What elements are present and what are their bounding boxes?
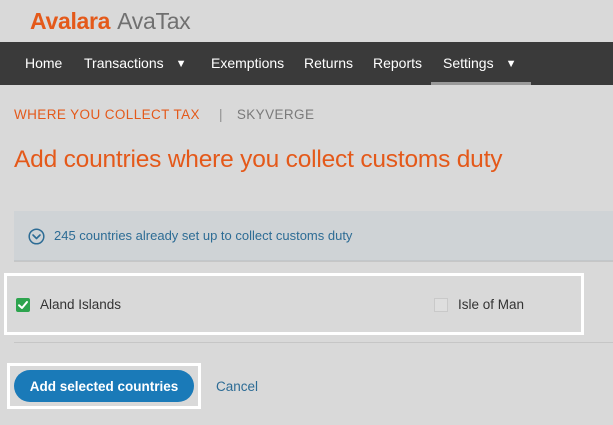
nav-item-reports[interactable]: Reports [373,42,422,85]
nav-item-returns-label: Returns [304,55,354,71]
chevron-down-circle-icon[interactable] [28,228,45,245]
country-label: Isle of Man [458,297,525,312]
cancel-link[interactable]: Cancel [216,379,258,394]
breadcrumb: WHERE YOU COLLECT TAX | SKYVERGE [14,107,314,122]
page-title: Add countries where you collect customs … [14,146,503,173]
avalara-logo[interactable]: Avalara AvaTax [30,8,191,34]
configured-countries-accordion[interactable]: 245 countries already set up to collect … [14,211,613,261]
nav-item-returns[interactable]: Returns [304,42,353,85]
app-root: Avalara AvaTax Home Transactions ▼ Exempt… [0,0,613,425]
main-nav: Home Transactions ▼ Exemptions Returns Re… [0,42,613,85]
divider [14,342,613,343]
checkbox-checked[interactable] [16,297,30,312]
breadcrumb-current: WHERE YOU COLLECT TAX [14,107,200,122]
nav-item-exemptions[interactable]: Exemptions [211,42,284,85]
nav-item-home-label: Home [25,55,63,71]
caret-down-icon: ▼ [175,58,187,70]
header: Avalara AvaTax [0,0,613,42]
country-option-isle-of-man[interactable]: Isle of Man [434,297,524,312]
nav-item-home[interactable]: Home [25,42,62,85]
nav-item-settings[interactable]: Settings ▼ [443,42,516,85]
add-selected-countries-button[interactable]: Add selected countries [14,370,194,402]
divider [14,261,613,262]
caret-down-icon: ▼ [505,58,517,70]
nav-active-indicator [431,82,531,85]
country-selection-panel: Aland Islands Isle of Man [4,273,584,335]
nav-item-transactions[interactable]: Transactions ▼ [84,42,187,85]
nav-item-exemptions-label: Exemptions [211,55,285,71]
nav-item-reports-label: Reports [373,55,423,71]
breadcrumb-company: SKYVERGE [236,107,315,122]
checkbox-unchecked[interactable] [434,297,448,312]
nav-item-transactions-label: Transactions [84,55,164,71]
accordion-summary-text[interactable]: 245 countries already set up to collect … [54,228,352,243]
country-option-aland-islands[interactable]: Aland Islands [16,297,121,312]
breadcrumb-separator: | [218,107,223,122]
logo-brand-text: Avalara [30,8,111,34]
checkmark-icon [18,300,28,309]
country-label: Aland Islands [40,297,122,312]
primary-action-highlight: Add selected countries [7,363,201,409]
nav-item-settings-label: Settings [443,55,494,71]
logo-product-text: AvaTax [117,8,191,34]
